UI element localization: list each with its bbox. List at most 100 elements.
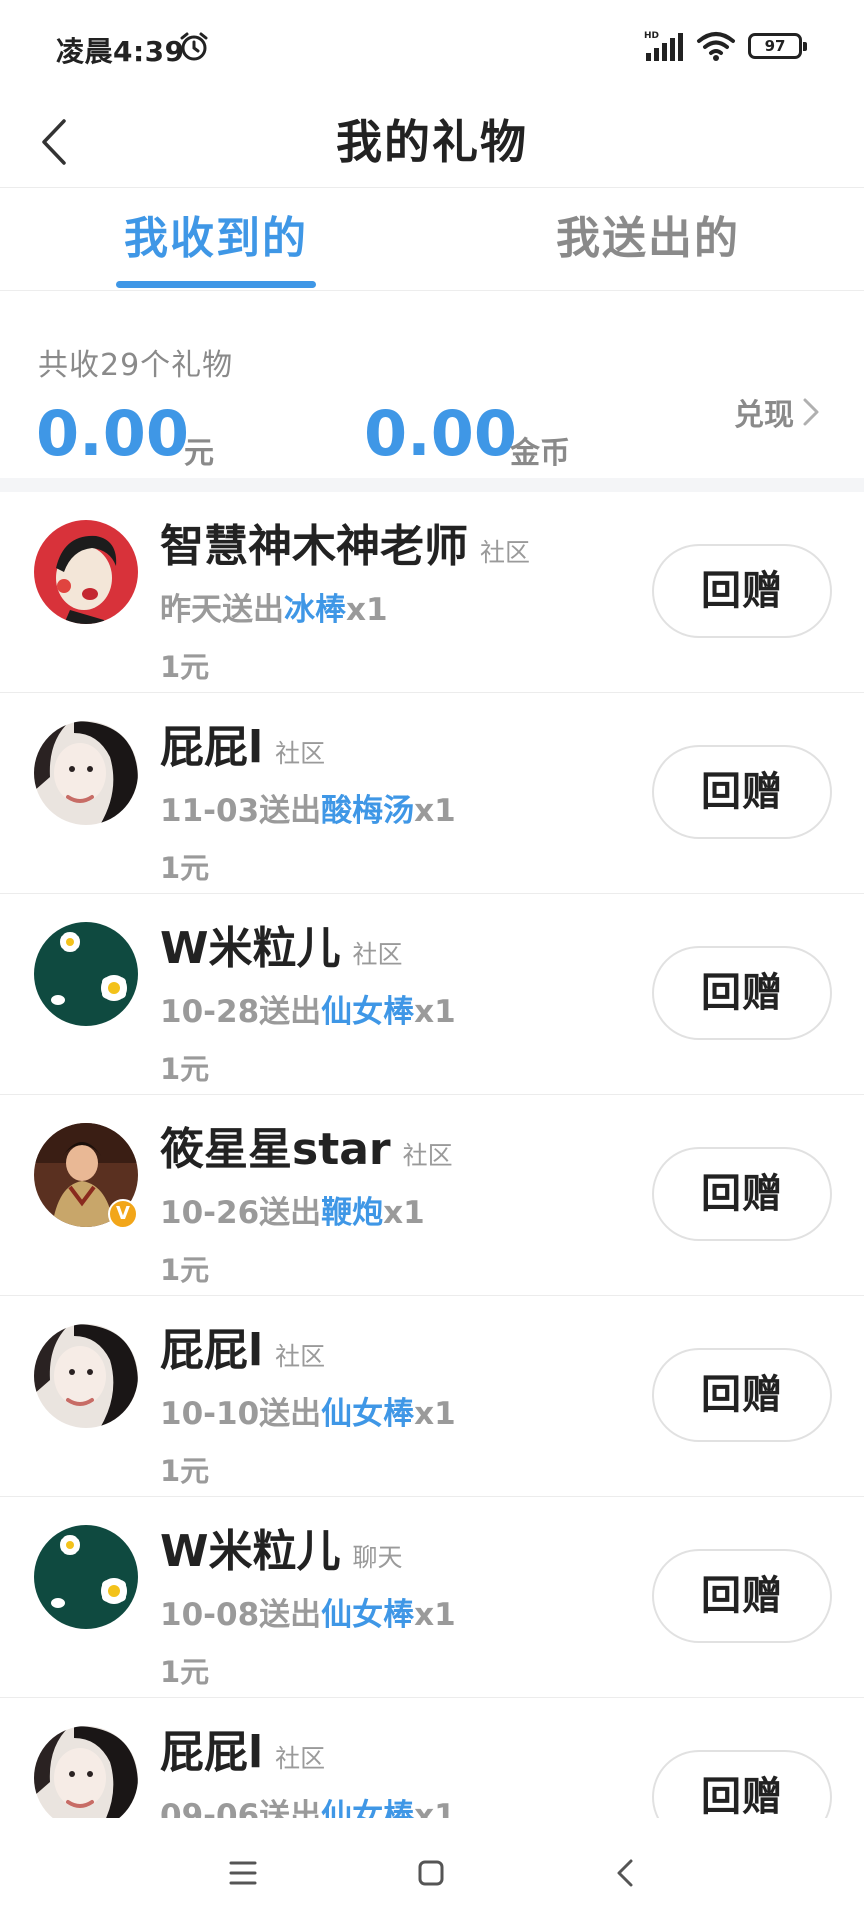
source-tag: 社区 <box>275 739 326 768</box>
gift-action: 送出 <box>259 994 322 1030</box>
back-triangle-icon <box>617 1859 633 1887</box>
withdraw-link[interactable]: 兑现 <box>734 390 820 434</box>
menu-icon <box>229 1861 257 1885</box>
home-square-icon <box>418 1860 444 1886</box>
gift-date: 10-08 <box>160 1597 260 1633</box>
return-gift-button[interactable]: 回赠 <box>652 1549 832 1643</box>
gift-price: 1元 <box>160 1052 210 1086</box>
gift-price: 1元 <box>160 1655 210 1689</box>
coin-unit: 金币 <box>510 436 570 471</box>
gift-list-item[interactable]: W米粒儿 社区 10-28送出仙女棒x1 1元 回赠 <box>0 894 864 1095</box>
user-line: W米粒儿 社区 <box>160 912 403 976</box>
system-back-button[interactable] <box>600 1848 650 1898</box>
gift-date: 10-10 <box>160 1396 260 1432</box>
gift-price: 1元 <box>160 1454 210 1488</box>
user-name[interactable]: 屁屁l <box>160 711 263 775</box>
gift-date: 昨天 <box>160 592 222 628</box>
gift-price: 1元 <box>160 1253 210 1287</box>
return-gift-button[interactable]: 回赠 <box>652 1750 832 1818</box>
avatar-image <box>34 922 138 1026</box>
gift-list-item[interactable]: 屁屁l 社区 11-03送出酸梅汤x1 1元 回赠 <box>0 693 864 894</box>
source-tag: 社区 <box>275 1744 326 1773</box>
gift-quantity: x1 <box>414 1798 456 1818</box>
gift-name: 仙女棒 <box>321 1798 415 1818</box>
return-gift-button[interactable]: 回赠 <box>652 544 832 638</box>
source-tag: 社区 <box>480 538 531 567</box>
battery-icon: 97 <box>748 33 807 59</box>
return-gift-button[interactable]: 回赠 <box>652 946 832 1040</box>
gift-quantity: x1 <box>414 994 456 1030</box>
avatar[interactable] <box>34 1726 138 1818</box>
gift-date: 10-26 <box>160 1195 260 1231</box>
gift-list-item[interactable]: 智慧神木神老师 社区 昨天送出冰棒x1 1元 回赠 <box>0 492 864 693</box>
source-tag: 聊天 <box>352 1543 403 1572</box>
user-line: W米粒儿 聊天 <box>160 1515 403 1579</box>
tab-sent[interactable]: 我送出的 <box>518 203 778 285</box>
gift-name: 冰棒 <box>284 592 346 628</box>
gift-quantity: x1 <box>383 1195 425 1231</box>
alarm-clock-icon <box>180 32 208 61</box>
avatar[interactable] <box>34 1525 138 1629</box>
user-name[interactable]: W米粒儿 <box>160 912 341 976</box>
gift-summary: 共收29个礼物 0.00 元 0.00 金币 兑现 <box>0 292 864 488</box>
avatar-image <box>34 721 138 825</box>
system-home-button[interactable] <box>406 1848 456 1898</box>
user-name[interactable]: 屁屁l <box>160 1314 263 1378</box>
return-gift-button[interactable]: 回赠 <box>652 1147 832 1241</box>
gift-quantity: x1 <box>414 1396 456 1432</box>
gift-price: 1元 <box>160 650 210 684</box>
nav-bar: 我的礼物 <box>0 96 864 188</box>
gift-name: 鞭炮 <box>321 1195 384 1231</box>
gift-action: 送出 <box>259 1396 322 1432</box>
gift-price: 1元 <box>160 851 210 885</box>
system-menu-button[interactable] <box>218 1848 268 1898</box>
gift-action: 送出 <box>259 1195 322 1231</box>
return-gift-button[interactable]: 回赠 <box>652 745 832 839</box>
tab-received[interactable]: 我收到的 <box>86 203 346 285</box>
gift-description: 09-06送出仙女棒x1 <box>160 1790 456 1818</box>
user-name[interactable]: 屁屁l <box>160 1716 263 1780</box>
avatar[interactable] <box>34 721 138 825</box>
gift-description: 10-08送出仙女棒x1 <box>160 1589 456 1634</box>
gift-description: 昨天送出冰棒x1 <box>160 584 388 629</box>
battery-level: 97 <box>764 37 786 55</box>
source-tag: 社区 <box>275 1342 326 1371</box>
yuan-unit: 元 <box>184 436 214 471</box>
avatar[interactable] <box>34 1324 138 1428</box>
gift-date: 11-03 <box>160 793 260 829</box>
status-time: 凌晨4:39 <box>56 35 185 68</box>
gift-quantity: x1 <box>414 793 456 829</box>
source-tag: 社区 <box>402 1141 453 1170</box>
gift-list-item[interactable]: V 筱星星star 社区 10-26送出鞭炮x1 1元 回赠 <box>0 1095 864 1296</box>
status-indicators: HD 97 <box>644 28 807 64</box>
avatar-image <box>34 1324 138 1428</box>
wifi-icon <box>697 32 735 61</box>
gift-action: 送出 <box>259 1798 322 1818</box>
gift-action: 送出 <box>222 592 284 628</box>
avatar-image <box>34 1525 138 1629</box>
gift-list: 智慧神木神老师 社区 昨天送出冰棒x1 1元 回赠 屁屁l 社区 11-03送出… <box>0 492 864 1818</box>
gift-list-item[interactable]: W米粒儿 聊天 10-08送出仙女棒x1 1元 回赠 <box>0 1497 864 1698</box>
gift-name: 仙女棒 <box>321 1396 415 1432</box>
signal-icon: HD <box>644 31 683 61</box>
chevron-right-icon <box>803 398 819 426</box>
user-name[interactable]: W米粒儿 <box>160 1515 341 1579</box>
avatar[interactable] <box>34 520 138 624</box>
status-bar: 凌晨4:39 HD 97 <box>0 0 864 96</box>
gift-date: 09-06 <box>160 1798 260 1818</box>
gift-action: 送出 <box>259 1597 322 1633</box>
avatar[interactable] <box>34 922 138 1026</box>
avatar-image <box>34 520 138 624</box>
yuan-amount: 0.00 <box>36 397 189 470</box>
withdraw-label: 兑现 <box>734 398 794 433</box>
gift-list-item[interactable]: 屁屁l 社区 10-10送出仙女棒x1 1元 回赠 <box>0 1296 864 1497</box>
user-name[interactable]: 筱星星star <box>160 1113 391 1177</box>
gift-count: 共收29个礼物 <box>38 348 234 383</box>
gift-list-item[interactable]: 屁屁l 社区 09-06送出仙女棒x1 1元 回赠 <box>0 1698 864 1818</box>
gift-quantity: x1 <box>414 1597 456 1633</box>
gift-name: 仙女棒 <box>321 1597 415 1633</box>
gift-name: 仙女棒 <box>321 994 415 1030</box>
return-gift-button[interactable]: 回赠 <box>652 1348 832 1442</box>
section-divider <box>0 478 864 492</box>
user-name[interactable]: 智慧神木神老师 <box>160 510 468 574</box>
